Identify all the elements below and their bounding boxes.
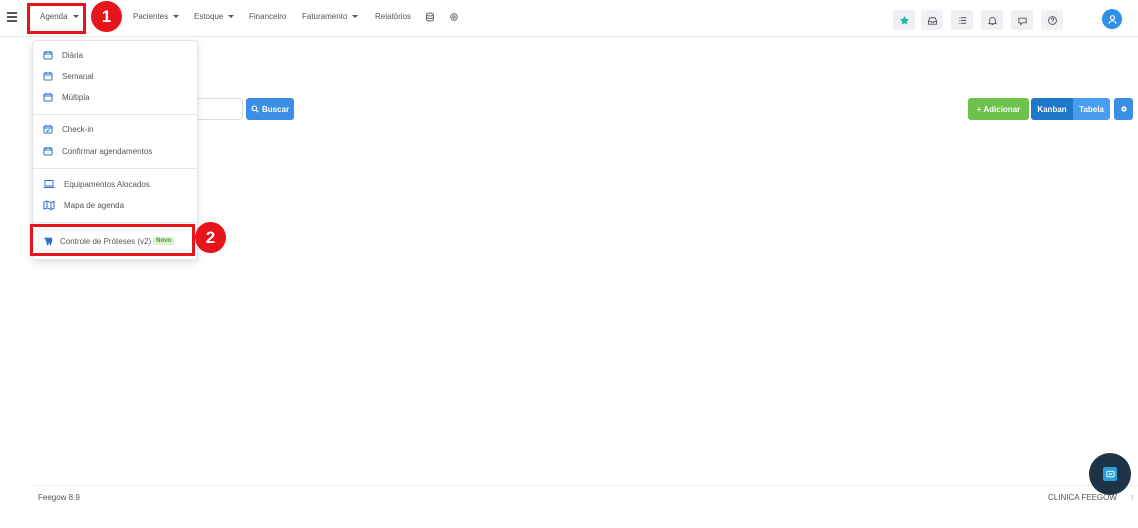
menu-divider bbox=[33, 222, 197, 223]
search-button[interactable]: Buscar bbox=[246, 98, 294, 120]
step-badge-1: 1 bbox=[91, 1, 122, 32]
menu-item-equipamentos-label: Equipamentos Alocados bbox=[64, 179, 150, 189]
highlight-box-proteses bbox=[30, 224, 195, 256]
calendar-icon bbox=[43, 147, 53, 156]
arrow-up-icon[interactable]: ↑ bbox=[1130, 492, 1135, 502]
nav-pacientes[interactable]: Pacientes bbox=[133, 12, 180, 21]
nav-estoque[interactable]: Estoque bbox=[194, 12, 235, 21]
menu-item-checkin-label: Check-in bbox=[62, 124, 94, 134]
menu-item-confirmar-label: Confirmar agendamentos bbox=[62, 146, 153, 156]
inbox-button[interactable] bbox=[921, 10, 943, 30]
caret-down-icon bbox=[173, 15, 180, 18]
step-badge-2: 2 bbox=[195, 222, 226, 253]
plus-icon: + bbox=[976, 104, 982, 114]
kanban-view-button[interactable]: Kanban bbox=[1031, 98, 1073, 120]
database-icon[interactable] bbox=[425, 12, 435, 22]
search-button-label: Buscar bbox=[261, 104, 290, 114]
nav-faturamento-label: Faturamento bbox=[302, 12, 348, 21]
map-icon bbox=[43, 200, 55, 210]
footer-divider bbox=[30, 485, 1138, 486]
chat-widget-icon bbox=[1103, 467, 1117, 481]
floating-chat-button[interactable] bbox=[1089, 453, 1131, 495]
laptop-icon bbox=[43, 180, 55, 188]
menu-item-semanal[interactable]: Semanal bbox=[43, 71, 94, 81]
user-avatar[interactable] bbox=[1102, 9, 1122, 29]
inbox-icon bbox=[927, 16, 937, 25]
favorites-button[interactable] bbox=[893, 10, 915, 30]
chat-button[interactable] bbox=[1011, 10, 1033, 30]
nav-pacientes-label: Pacientes bbox=[133, 12, 169, 21]
nav-financeiro[interactable]: Financeiro bbox=[249, 12, 286, 21]
tasks-button[interactable] bbox=[951, 10, 973, 30]
nav-relatorios-label: Relatórios bbox=[375, 12, 412, 21]
menu-item-mapa-label: Mapa de agenda bbox=[64, 200, 125, 210]
menu-item-diaria[interactable]: Diária bbox=[43, 50, 83, 60]
notifications-button[interactable] bbox=[981, 10, 1003, 30]
calendar-icon bbox=[43, 72, 53, 81]
view-toggle: Kanban Tabela bbox=[1031, 98, 1110, 120]
list-icon bbox=[958, 16, 966, 24]
hamburger-icon[interactable] bbox=[7, 12, 17, 22]
nav-faturamento[interactable]: Faturamento bbox=[302, 12, 359, 21]
app-version: Feegow 8.9 bbox=[38, 493, 80, 502]
table-view-button[interactable]: Tabela bbox=[1073, 98, 1110, 120]
calendar-icon bbox=[43, 93, 53, 102]
user-icon bbox=[1107, 14, 1117, 24]
menu-item-diaria-label: Diária bbox=[62, 50, 83, 60]
caret-down-icon bbox=[228, 15, 235, 18]
calendar-check-icon bbox=[43, 125, 53, 134]
bell-icon bbox=[987, 16, 997, 25]
help-button[interactable] bbox=[1041, 10, 1063, 30]
settings-button[interactable] bbox=[1114, 98, 1133, 120]
highlight-box-agenda bbox=[27, 3, 86, 34]
search-input[interactable] bbox=[197, 98, 243, 120]
calendar-icon bbox=[43, 51, 53, 60]
menu-divider bbox=[33, 168, 197, 169]
nav-financeiro-label: Financeiro bbox=[249, 12, 287, 21]
search-icon bbox=[251, 105, 259, 113]
menu-item-checkin[interactable]: Check-in bbox=[43, 124, 94, 134]
menu-item-confirmar[interactable]: Confirmar agendamentos bbox=[43, 146, 152, 156]
menu-item-multipla-label: Múltipla bbox=[62, 92, 90, 102]
gear-icon bbox=[1120, 106, 1127, 112]
menu-item-semanal-label: Semanal bbox=[62, 71, 94, 81]
gear-icon[interactable] bbox=[449, 12, 459, 22]
nav-estoque-label: Estoque bbox=[194, 12, 224, 21]
menu-item-multipla[interactable]: Múltipla bbox=[43, 92, 90, 102]
nav-relatorios[interactable]: Relatórios bbox=[375, 12, 411, 21]
menu-divider bbox=[33, 114, 197, 115]
star-icon bbox=[899, 15, 909, 25]
help-icon bbox=[1047, 15, 1057, 25]
chat-icon bbox=[1017, 17, 1027, 26]
top-navbar: Agenda Pacientes Estoque Financeiro Fatu… bbox=[0, 0, 1138, 37]
menu-item-mapa[interactable]: Mapa de agenda bbox=[43, 200, 124, 210]
add-button[interactable]: + Adicionar bbox=[968, 98, 1029, 120]
caret-down-icon bbox=[352, 15, 359, 18]
menu-item-equipamentos[interactable]: Equipamentos Alocados bbox=[43, 179, 150, 189]
add-button-label: Adicionar bbox=[983, 104, 1021, 114]
